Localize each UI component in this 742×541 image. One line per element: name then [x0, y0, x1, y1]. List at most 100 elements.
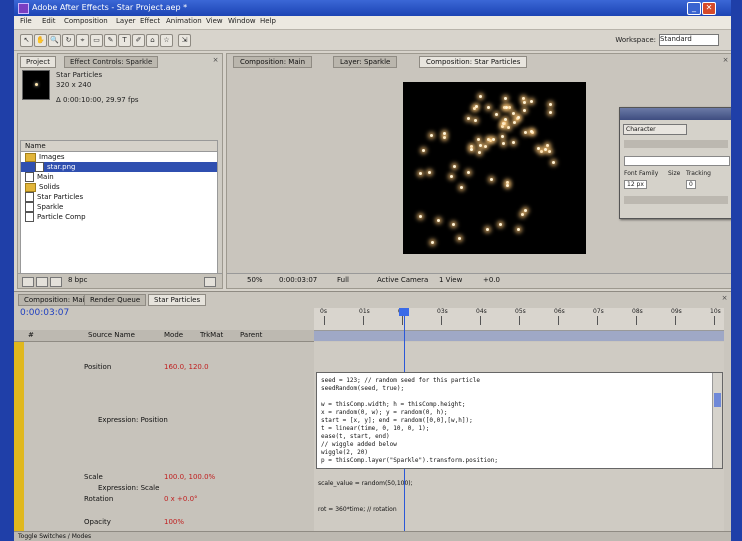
property-value[interactable]: 100.0, 100.0% — [164, 473, 215, 481]
puppet-tool-icon[interactable]: ☆ — [160, 34, 173, 47]
tab-composition-star-particles[interactable]: Composition: Star Particles — [419, 56, 528, 68]
composition-icon — [25, 212, 34, 222]
expression-line[interactable]: seedRandom(seed, true); — [321, 385, 404, 392]
menu-animation[interactable]: Animation — [166, 17, 202, 25]
new-folder-icon[interactable] — [36, 277, 48, 287]
menu-window[interactable]: Window — [228, 17, 256, 25]
zoom-tool-icon[interactable]: 🔍 — [48, 34, 61, 47]
tab-effect-controls[interactable]: Effect Controls: Sparkle — [64, 56, 159, 68]
stamp-tool-icon[interactable]: ⌂ — [146, 34, 159, 47]
property-label[interactable]: Opacity — [84, 518, 111, 526]
view-layout-dropdown[interactable]: 1 View — [439, 276, 462, 284]
menu-view[interactable]: View — [206, 17, 223, 25]
col-mode[interactable]: Mode — [164, 330, 183, 341]
expression-editor[interactable]: seed = 123; // random seed for this part… — [316, 372, 723, 469]
minimize-button[interactable]: _ — [687, 2, 701, 15]
col-parent[interactable]: Parent — [240, 330, 262, 341]
close-icon[interactable]: × — [721, 295, 728, 302]
col-trkmat[interactable]: TrkMat — [200, 330, 223, 341]
bit-depth[interactable]: 8 bpc — [68, 276, 87, 284]
close-icon[interactable]: × — [212, 57, 219, 64]
axis-mode-icon[interactable]: ⇲ — [178, 34, 191, 47]
ruler-tick — [519, 316, 520, 325]
menu-layer[interactable]: Layer — [116, 17, 136, 25]
expression-scrollbar[interactable] — [712, 373, 722, 468]
text-tool-icon[interactable]: T — [118, 34, 131, 47]
list-item[interactable]: star.png — [21, 162, 217, 172]
workspace-dropdown[interactable]: Standard — [659, 34, 719, 46]
interpret-footage-icon[interactable] — [22, 277, 34, 287]
menu-composition[interactable]: Composition — [64, 17, 108, 25]
expression-line[interactable]: x = random(0, w); y = random(0, h); — [321, 409, 447, 416]
tab-project[interactable]: Project — [20, 56, 56, 68]
brush-tool-icon[interactable]: ✐ — [132, 34, 145, 47]
current-time-display[interactable]: 0:00:03:07 — [279, 276, 317, 284]
property-value[interactable]: 160.0, 120.0 — [164, 363, 209, 371]
expression-line[interactable]: start = [x, y]; end = random([0,0],[w,h]… — [321, 417, 473, 424]
palette-tab[interactable]: Character — [623, 124, 687, 135]
list-item[interactable]: Main — [21, 172, 217, 182]
size-field[interactable]: 12 px — [624, 180, 647, 189]
work-area-bar[interactable] — [314, 331, 724, 341]
expression-line[interactable]: wiggle(2, 20) — [321, 449, 368, 456]
list-item[interactable]: Particle Comp — [21, 212, 217, 222]
expression-line[interactable]: t = linear(time, 0, 10, 0, 1); — [321, 425, 429, 432]
tracking-field[interactable]: 0 — [686, 180, 696, 189]
toggle-switches-modes[interactable]: Toggle Switches / Modes — [18, 533, 91, 540]
property-value[interactable]: 0 x +0.0° — [164, 495, 198, 503]
workspace-selector[interactable]: Workspace: Standard — [615, 34, 719, 46]
rectangle-tool-icon[interactable]: ▭ — [90, 34, 103, 47]
col-source-name[interactable]: Source Name — [88, 330, 135, 341]
selection-tool-icon[interactable]: ↖ — [20, 34, 33, 47]
item-label: Sparkle — [37, 203, 64, 211]
list-item[interactable]: Images — [21, 152, 217, 162]
tab-layer-sparkle[interactable]: Layer: Sparkle — [333, 56, 398, 68]
palette-icons-row[interactable] — [624, 140, 728, 148]
star-particle — [442, 132, 446, 136]
expression-line[interactable]: // wiggle added below — [321, 441, 397, 448]
timecode-display[interactable]: 0:00:03:07 — [20, 308, 69, 318]
trash-icon[interactable] — [204, 277, 216, 287]
font-family-field[interactable] — [624, 156, 730, 166]
rotate-tool-icon[interactable]: ↻ — [62, 34, 75, 47]
property-label[interactable]: Rotation — [84, 495, 113, 503]
list-item[interactable]: Sparkle — [21, 202, 217, 212]
list-header[interactable]: Name — [21, 141, 217, 152]
close-icon[interactable]: × — [722, 57, 729, 64]
menu-effect[interactable]: Effect — [140, 17, 160, 25]
star-particle — [549, 103, 552, 107]
track-note: rot = 360*time; // rotation — [318, 506, 397, 513]
tab-timeline-star-particles[interactable]: Star Particles — [148, 294, 207, 306]
col-number[interactable]: # — [28, 330, 34, 341]
expression-line[interactable]: p = thisComp.layer("Sparkle").transform.… — [321, 457, 498, 464]
palette-titlebar[interactable] — [620, 108, 731, 120]
property-label[interactable]: Position — [84, 363, 111, 371]
star-particle — [517, 227, 521, 231]
camera-dropdown[interactable]: Active Camera — [377, 276, 428, 284]
current-time-indicator-head[interactable] — [399, 308, 409, 316]
list-item[interactable]: Star Particles — [21, 192, 217, 202]
resolution-dropdown[interactable]: Full — [337, 276, 349, 284]
magnification-dropdown[interactable]: 50% — [247, 276, 263, 284]
hand-tool-icon[interactable]: ✋ — [34, 34, 47, 47]
tab-render-queue[interactable]: Render Queue — [84, 294, 147, 306]
menu-edit[interactable]: Edit — [42, 17, 56, 25]
palette-options-row[interactable] — [624, 196, 728, 204]
tab-composition-main[interactable]: Composition: Main — [233, 56, 313, 68]
menu-file[interactable]: File — [20, 17, 32, 25]
list-item[interactable]: Solids — [21, 182, 217, 192]
property-label[interactable]: Scale — [84, 473, 103, 481]
pen-tool-icon[interactable]: ✎ — [104, 34, 117, 47]
expression-line[interactable]: seed = 123; // random seed for this part… — [321, 377, 480, 384]
time-ruler[interactable]: 0s01s02s03s04s05s06s07s08s09s10s — [314, 308, 724, 331]
new-composition-icon[interactable] — [50, 277, 62, 287]
expression-line[interactable]: ease(t, start, end) — [321, 433, 390, 440]
composition-canvas[interactable] — [403, 82, 586, 254]
exposure-value[interactable]: +0.0 — [483, 276, 500, 284]
menu-help[interactable]: Help — [260, 17, 276, 25]
property-value[interactable]: 100% — [164, 518, 184, 526]
scrollbar-thumb[interactable] — [714, 393, 721, 407]
camera-tool-icon[interactable]: ⌖ — [76, 34, 89, 47]
expression-line[interactable]: w = thisComp.width; h = thisComp.height; — [321, 401, 466, 408]
close-button[interactable]: ✕ — [702, 2, 716, 15]
